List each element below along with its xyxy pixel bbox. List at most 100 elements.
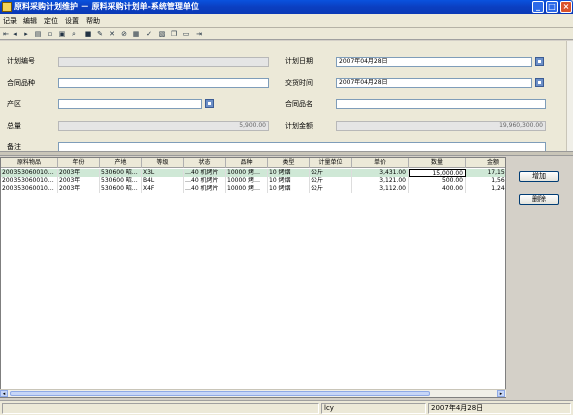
window-title: 原料采购计划维护 － 原料采购计划单-系统管理单位: [14, 2, 199, 11]
unapprove-icon[interactable]: ▧: [158, 30, 166, 38]
cell: …40 机烤片: [184, 185, 226, 193]
cell: 3,112.00: [352, 185, 409, 193]
contract-variety-field[interactable]: [58, 78, 269, 88]
menu-bar: 记录 编辑 定位 设置 帮助: [0, 14, 573, 28]
maximize-button[interactable]: □: [546, 1, 558, 13]
total-qty-label: 总量: [7, 122, 21, 130]
plan-no-field[interactable]: [58, 57, 269, 67]
origin-field[interactable]: [58, 99, 202, 109]
plan-date-field[interactable]: 2007年04月28日: [336, 57, 532, 67]
find-icon[interactable]: ⌕: [70, 30, 78, 38]
approve-icon[interactable]: ✓: [145, 30, 153, 38]
new-icon[interactable]: ▫: [46, 30, 54, 38]
cell: 530600 昭…: [100, 177, 142, 185]
cell: 200353060010…: [1, 185, 58, 193]
open-icon[interactable]: ▣: [58, 30, 66, 38]
form-scrollbar[interactable]: [566, 41, 573, 151]
close-button[interactable]: ×: [560, 1, 572, 13]
cell: 公斤: [310, 185, 352, 193]
plan-amount-field[interactable]: 19,960,300.00: [336, 121, 546, 131]
cell: 400.00: [409, 185, 466, 193]
origin-picker-icon[interactable]: [205, 99, 214, 108]
cell: 公斤: [310, 177, 352, 185]
copy-icon[interactable]: ❐: [170, 30, 178, 38]
cell: 3,431.00: [352, 169, 409, 177]
grid-horizontal-scrollbar[interactable]: ◂ ▸: [0, 389, 506, 397]
plan-grid: 原料物品 年份 产地 等级 状态 品种 类型 计量单位 单价 数量 金额 200…: [0, 157, 506, 398]
cell: 17,155,00: [466, 169, 505, 177]
cell: 3,121.00: [352, 177, 409, 185]
cell: 2003年: [58, 169, 100, 177]
cancel-icon[interactable]: ⊘: [120, 30, 128, 38]
delete-icon[interactable]: ✕: [108, 30, 116, 38]
col-year[interactable]: 年份: [58, 158, 100, 168]
table-row[interactable]: 200353060010… 2003年 530600 昭… X4F …40 机烤…: [1, 185, 505, 193]
title-bar: 原料采购计划维护 － 原料采购计划单-系统管理单位 _ □ ×: [0, 0, 573, 14]
calendar-icon[interactable]: [535, 78, 544, 87]
calendar-icon[interactable]: [535, 57, 544, 66]
col-origin[interactable]: 产地: [100, 158, 142, 168]
menu-locate[interactable]: 定位: [44, 14, 58, 28]
scroll-left-icon[interactable]: ◂: [0, 390, 8, 397]
status-message: [2, 403, 319, 414]
col-grade[interactable]: 等级: [142, 158, 184, 168]
plan-amount-label: 计划金额: [285, 122, 313, 130]
print-icon[interactable]: ▭: [182, 30, 190, 38]
cell: 500.00: [409, 177, 466, 185]
next-icon[interactable]: ▸: [22, 30, 30, 38]
status-user: lcy: [321, 403, 426, 414]
menu-edit[interactable]: 编辑: [23, 14, 37, 28]
cell: 200353060010…: [1, 169, 58, 177]
editing-cell[interactable]: 15,000.00: [409, 169, 466, 177]
cell: 10 烤烟: [268, 169, 310, 177]
contract-product-field[interactable]: [336, 99, 546, 109]
add-button[interactable]: 增加: [519, 171, 559, 182]
origin-label: 产区: [7, 100, 21, 108]
menu-help[interactable]: 帮助: [86, 14, 100, 28]
cell: 530600 昭…: [100, 185, 142, 193]
col-price[interactable]: 单价: [352, 158, 409, 168]
cell: 1,560,50: [466, 177, 505, 185]
status-date: 2007年4月28日: [428, 403, 571, 414]
refresh-icon[interactable]: ▦: [132, 30, 140, 38]
delivery-time-label: 交货时间: [285, 79, 313, 87]
export-icon[interactable]: ⇥: [195, 30, 203, 38]
col-type[interactable]: 类型: [268, 158, 310, 168]
col-qty[interactable]: 数量: [409, 158, 466, 168]
total-qty-field[interactable]: 5,900.00: [58, 121, 269, 131]
cell: …40 机烤片: [184, 169, 226, 177]
cell: 1,244,80: [466, 185, 505, 193]
scroll-thumb[interactable]: [10, 391, 430, 396]
save-icon[interactable]: ■: [84, 30, 92, 38]
cell: 2003年: [58, 185, 100, 193]
delivery-time-field[interactable]: 2007年04月28日: [336, 78, 532, 88]
col-state[interactable]: 状态: [184, 158, 226, 168]
cell: X4F: [142, 185, 184, 193]
app-icon: [2, 2, 12, 12]
col-material[interactable]: 原料物品: [1, 158, 58, 168]
cell: X3L: [142, 169, 184, 177]
scroll-right-icon[interactable]: ▸: [497, 390, 505, 397]
prev-icon[interactable]: ◂: [11, 30, 19, 38]
plan-form: 计划编号 计划日期 2007年04月28日 合同品种 交货时间 2007年04月…: [0, 41, 566, 152]
cell: 10000 烤…: [226, 169, 268, 177]
minimize-button[interactable]: _: [532, 1, 544, 13]
first-icon[interactable]: ⇤: [2, 30, 10, 38]
cell: 200353060010…: [1, 177, 58, 185]
col-variety[interactable]: 品种: [226, 158, 268, 168]
col-unit[interactable]: 计量单位: [310, 158, 352, 168]
col-amount[interactable]: 金额: [466, 158, 505, 168]
menu-settings[interactable]: 设置: [65, 14, 79, 28]
edit-icon[interactable]: ✎: [96, 30, 104, 38]
menu-record[interactable]: 记录: [3, 14, 17, 28]
plan-date-label: 计划日期: [285, 57, 313, 65]
splitter[interactable]: [0, 151, 573, 156]
cell: …40 机烤片: [184, 177, 226, 185]
contract-variety-label: 合同品种: [7, 79, 35, 87]
preview-icon[interactable]: ▤: [34, 30, 42, 38]
table-row[interactable]: 200353060010… 2003年 530600 昭… X3L …40 机烤…: [1, 169, 505, 177]
table-row[interactable]: 200353060010… 2003年 530600 昭… B4L …40 机烤…: [1, 177, 505, 185]
delete-row-button[interactable]: 删除: [519, 194, 559, 205]
cell: 10000 烤…: [226, 185, 268, 193]
grid-header: 原料物品 年份 产地 等级 状态 品种 类型 计量单位 单价 数量 金额: [1, 158, 505, 168]
